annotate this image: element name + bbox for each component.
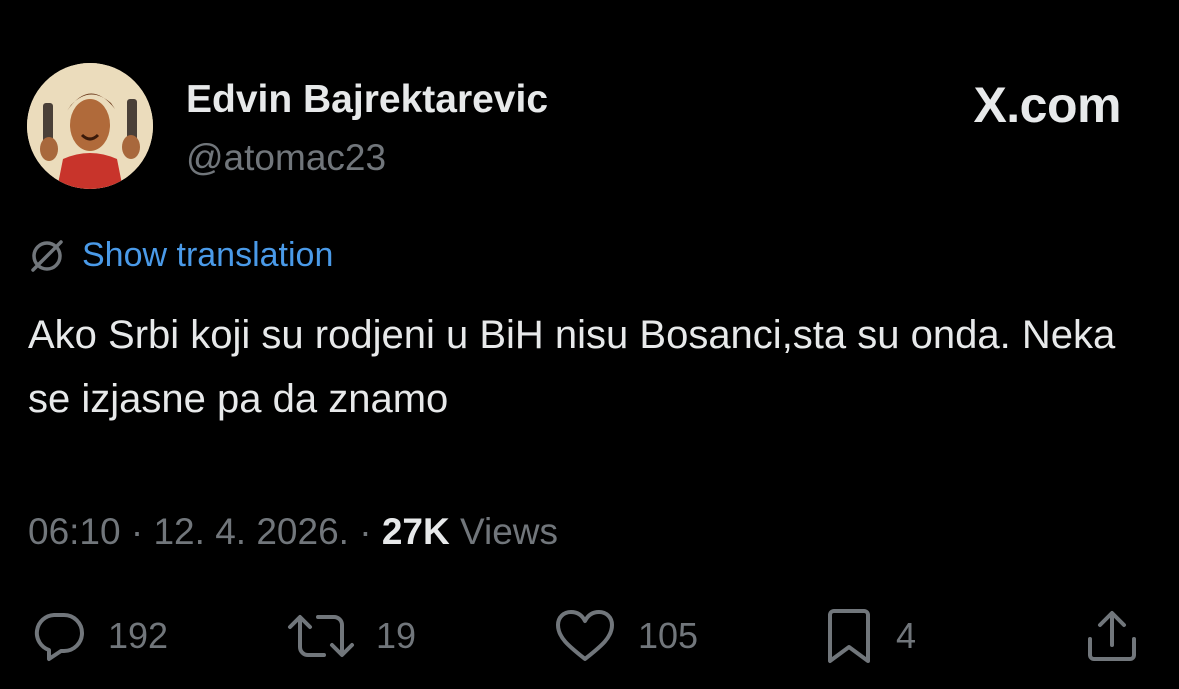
like-count: 105 (638, 615, 699, 656)
retweet-count: 19 (376, 615, 417, 656)
author-name[interactable]: Edvin Bajrektarevic (186, 77, 548, 123)
like-icon (552, 607, 618, 665)
avatar[interactable] (27, 63, 153, 189)
meta-separator: · (130, 511, 144, 552)
reply-count: 192 (108, 615, 169, 656)
tweet-time[interactable]: 06:10 (28, 511, 121, 552)
tweet-meta: 06:10 · 12. 4. 2026. · 27K Views (28, 511, 558, 553)
share-button[interactable] (1084, 604, 1140, 668)
share-icon (1084, 607, 1140, 665)
bookmark-button[interactable]: 4 (822, 604, 916, 668)
translate-icon (28, 237, 66, 275)
views-count: 27K (381, 511, 450, 552)
like-button[interactable]: 105 (552, 604, 698, 668)
retweet-icon (286, 607, 356, 665)
bookmark-icon (822, 607, 876, 665)
author-handle[interactable]: @atomac23 (186, 135, 548, 181)
show-translation-label[interactable]: Show translation (82, 236, 333, 275)
bookmark-count: 4 (896, 615, 917, 656)
views-label: Views (460, 511, 559, 552)
brand-label: X.com (973, 77, 1121, 133)
action-bar: 192 19 105 4 (0, 604, 1179, 668)
reply-button[interactable]: 192 (30, 604, 168, 668)
reply-icon (30, 607, 88, 665)
author-block[interactable]: Edvin Bajrektarevic @atomac23 (186, 77, 548, 181)
tweet-text: Ako Srbi koji su rodjeni u BiH nisu Bosa… (28, 313, 1116, 421)
show-translation-link[interactable]: Show translation (28, 236, 333, 275)
brand-logo: X.com (973, 76, 1121, 134)
retweet-button[interactable]: 19 (286, 604, 416, 668)
tweet-date[interactable]: 12. 4. 2026. (153, 511, 348, 552)
meta-separator: · (359, 511, 372, 552)
